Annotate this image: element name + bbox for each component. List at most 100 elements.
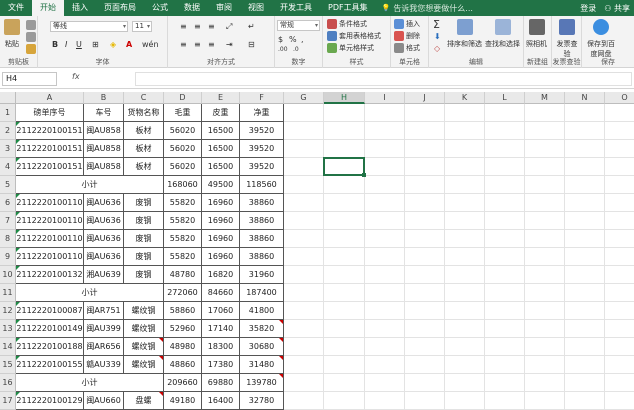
table-cell[interactable]: 35820 bbox=[240, 320, 284, 338]
table-header-cell[interactable]: 皮重 bbox=[202, 104, 240, 122]
table-cell[interactable]: 板材 bbox=[124, 122, 164, 140]
fill-icon[interactable]: ⬇ bbox=[434, 32, 441, 41]
menu-tab[interactable]: 审阅 bbox=[208, 0, 240, 16]
table-cell[interactable]: 2112220100151 bbox=[16, 158, 84, 176]
row-header[interactable]: 4 bbox=[0, 158, 16, 176]
align-bottom-icon[interactable]: ≡ bbox=[208, 22, 215, 31]
orientation-icon[interactable]: ⤢ bbox=[226, 22, 232, 32]
row-header[interactable]: 15 bbox=[0, 356, 16, 374]
table-cell[interactable]: 16960 bbox=[202, 230, 240, 248]
increase-decimal-icon[interactable]: .00 bbox=[278, 46, 288, 53]
subtotal-label-cell[interactable]: 小计 bbox=[16, 176, 164, 194]
row-header[interactable]: 5 bbox=[0, 176, 16, 194]
fx-icon[interactable]: fx bbox=[72, 72, 80, 81]
table-cell[interactable]: 闽AR751 bbox=[84, 302, 124, 320]
row-header[interactable]: 14 bbox=[0, 338, 16, 356]
row-header[interactable]: 9 bbox=[0, 248, 16, 266]
number-format-dropdown[interactable]: 常规 ▾ bbox=[277, 20, 320, 31]
border-icon[interactable]: ⊞ bbox=[92, 40, 99, 49]
table-cell[interactable]: 2112220100132 bbox=[16, 266, 84, 284]
name-box[interactable]: H4 bbox=[2, 72, 57, 86]
formula-input[interactable] bbox=[135, 72, 632, 86]
subtotal-label-cell[interactable]: 小计 bbox=[16, 374, 164, 392]
table-cell[interactable]: 18300 bbox=[202, 338, 240, 356]
row-header[interactable]: 12 bbox=[0, 302, 16, 320]
table-cell[interactable]: 48980 bbox=[164, 338, 202, 356]
subtotal-value-cell[interactable]: 69880 bbox=[202, 374, 240, 392]
column-header[interactable]: D bbox=[164, 92, 202, 104]
column-header[interactable]: K bbox=[445, 92, 485, 104]
subtotal-value-cell[interactable]: 49500 bbox=[202, 176, 240, 194]
format-cells-button[interactable]: 格式 bbox=[394, 43, 420, 53]
table-cell[interactable]: 16960 bbox=[202, 212, 240, 230]
subtotal-value-cell[interactable]: 187400 bbox=[240, 284, 284, 302]
column-header[interactable]: L bbox=[485, 92, 525, 104]
table-cell[interactable]: 16500 bbox=[202, 122, 240, 140]
table-cell[interactable]: 2112220100110 bbox=[16, 194, 84, 212]
table-cell[interactable]: 盘螺 bbox=[124, 392, 164, 410]
autosum-icon[interactable]: Σ bbox=[433, 18, 440, 31]
fill-handle[interactable] bbox=[362, 173, 366, 177]
column-header[interactable]: F bbox=[240, 92, 284, 104]
table-cell[interactable]: 16960 bbox=[202, 194, 240, 212]
table-cell[interactable]: 废钢 bbox=[124, 248, 164, 266]
table-cell[interactable]: 58860 bbox=[164, 302, 202, 320]
row-header[interactable]: 13 bbox=[0, 320, 16, 338]
menu-tab[interactable]: 数据 bbox=[176, 0, 208, 16]
table-cell[interactable]: 闽AU858 bbox=[84, 140, 124, 158]
align-left-icon[interactable]: ≡ bbox=[180, 40, 187, 49]
table-header-cell[interactable]: 车号 bbox=[84, 104, 124, 122]
insert-cells-button[interactable]: 插入 bbox=[394, 19, 420, 29]
table-cell[interactable]: 闽AU636 bbox=[84, 194, 124, 212]
phonetic-icon[interactable]: wén bbox=[142, 40, 159, 49]
menu-tab[interactable]: 开始 bbox=[32, 0, 64, 16]
cut-icon[interactable] bbox=[26, 20, 36, 30]
table-cell[interactable]: 2112220100087 bbox=[16, 302, 84, 320]
font-size-dropdown[interactable]: 11 ▾ bbox=[132, 21, 152, 32]
indent-icon[interactable]: ⇥ bbox=[226, 40, 233, 49]
table-cell[interactable]: 闽AR656 bbox=[84, 338, 124, 356]
table-cell[interactable]: 56020 bbox=[164, 122, 202, 140]
find-select-button[interactable]: 查找和选择 bbox=[485, 19, 520, 49]
menu-tab[interactable]: 页面布局 bbox=[96, 0, 144, 16]
menu-tab[interactable]: 开发工具 bbox=[272, 0, 320, 16]
align-middle-icon[interactable]: ≡ bbox=[194, 22, 201, 31]
table-cell[interactable]: 板材 bbox=[124, 158, 164, 176]
subtotal-value-cell[interactable]: 272060 bbox=[164, 284, 202, 302]
table-cell[interactable]: 55820 bbox=[164, 194, 202, 212]
column-header[interactable]: H bbox=[324, 92, 365, 104]
table-cell[interactable]: 17060 bbox=[202, 302, 240, 320]
table-cell[interactable]: 废钢 bbox=[124, 266, 164, 284]
underline-button[interactable]: U bbox=[76, 40, 82, 49]
spreadsheet-grid[interactable]: A B C D E F G H I J K L M N O 1 2 3 4 5 6 7 8 9 10 11 12 13 14 15 16 17… bbox=[0, 92, 634, 410]
table-cell[interactable]: 41800 bbox=[240, 302, 284, 320]
table-cell[interactable]: 31960 bbox=[240, 266, 284, 284]
cell-style-button[interactable]: 单元格样式 bbox=[327, 43, 374, 53]
table-cell[interactable]: 39520 bbox=[240, 140, 284, 158]
table-cell[interactable]: 2112220100188 bbox=[16, 338, 84, 356]
table-cell[interactable]: 2112220100149 bbox=[16, 320, 84, 338]
table-cell[interactable]: 2112220100155 bbox=[16, 356, 84, 374]
paste-button[interactable]: 粘贴 bbox=[4, 19, 20, 49]
column-header[interactable]: B bbox=[84, 92, 124, 104]
table-cell[interactable]: 16400 bbox=[202, 392, 240, 410]
table-cell[interactable]: 39520 bbox=[240, 122, 284, 140]
table-header-cell[interactable]: 毛重 bbox=[164, 104, 202, 122]
table-cell[interactable]: 2112220100110 bbox=[16, 230, 84, 248]
conditional-format-button[interactable]: 条件格式 bbox=[327, 19, 367, 29]
table-cell[interactable]: 湘AU639 bbox=[84, 266, 124, 284]
table-cell[interactable]: 闽AU399 bbox=[84, 320, 124, 338]
column-header[interactable]: A bbox=[16, 92, 84, 104]
column-header[interactable]: C bbox=[124, 92, 164, 104]
column-header[interactable]: M bbox=[525, 92, 565, 104]
column-header[interactable]: N bbox=[565, 92, 605, 104]
share-button[interactable]: ⚇ 共享 bbox=[604, 3, 630, 14]
font-name-dropdown[interactable]: 等线 ▾ bbox=[50, 21, 128, 32]
wrap-text-icon[interactable]: ↵ bbox=[248, 22, 255, 31]
table-cell[interactable]: 52960 bbox=[164, 320, 202, 338]
table-format-button[interactable]: 套用表格格式 bbox=[327, 31, 381, 41]
table-cell[interactable]: 39520 bbox=[240, 158, 284, 176]
column-header[interactable]: G bbox=[284, 92, 324, 104]
column-header[interactable]: J bbox=[405, 92, 445, 104]
sort-filter-button[interactable]: 排序和筛选 bbox=[447, 19, 482, 49]
